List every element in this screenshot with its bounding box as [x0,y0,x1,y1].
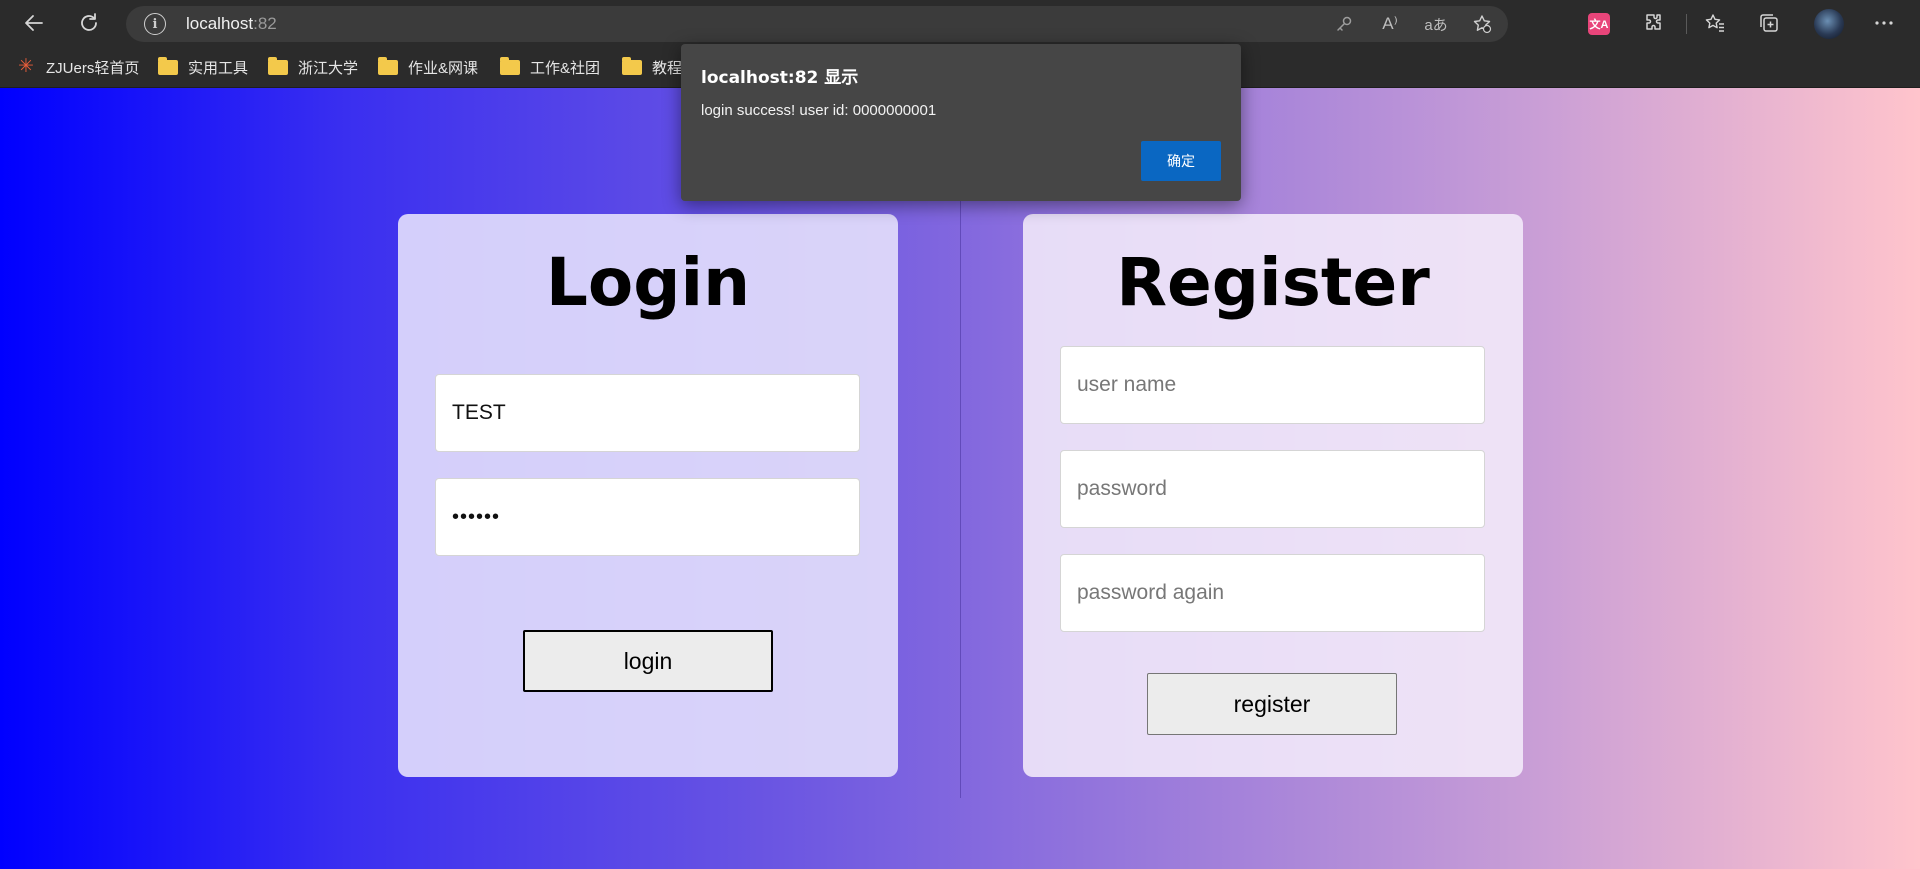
read-aloud-icon[interactable]: A⁾ [1378,12,1402,36]
bookmark-folder-tutorial[interactable]: 教程 [622,55,682,79]
login-button[interactable]: login [523,630,773,692]
register-card: Register register [1023,214,1523,777]
login-card: Login login [398,214,898,777]
login-title: Login [545,244,751,321]
browser-toolbar: i localhost:82 A⁾ aあ 文A [0,0,1920,46]
login-username-input[interactable] [435,374,860,452]
bookmark-zjuers[interactable]: ✳ ZJUers轻首页 [18,55,139,79]
address-url[interactable]: localhost:82 [186,14,277,34]
folder-icon [622,56,642,75]
collections-icon[interactable] [1753,7,1785,39]
register-password-input[interactable] [1060,450,1485,528]
bookmark-label: 浙江大学 [298,59,359,77]
info-icon[interactable]: i [144,13,166,35]
dialog-ok-button[interactable]: 确定 [1141,141,1221,181]
add-favorite-icon[interactable] [1470,12,1494,36]
bookmark-folder-zju[interactable]: 浙江大学 [268,55,358,79]
bookmark-label: 工作&社团 [530,59,601,77]
alert-dialog: localhost:82 显示 login success! user id: … [681,44,1241,201]
bookmark-label: 实用工具 [188,59,249,77]
profile-avatar[interactable] [1814,9,1844,39]
folder-icon [158,56,178,75]
register-password-again-input[interactable] [1060,554,1485,632]
translate-extension-icon[interactable]: 文A [1588,13,1610,35]
register-button[interactable]: register [1147,673,1397,735]
register-username-input[interactable] [1060,346,1485,424]
center-divider [960,198,961,798]
folder-icon [500,56,520,75]
register-title: Register [1116,244,1430,321]
more-icon[interactable] [1868,7,1900,39]
refresh-icon[interactable] [73,7,105,39]
translate-icon[interactable]: aあ [1424,12,1448,36]
folder-icon [378,56,398,75]
bookmark-folder-tools[interactable]: 实用工具 [158,55,248,79]
bookmark-folder-homework[interactable]: 作业&网课 [378,55,478,79]
bookmark-label: ZJUers轻首页 [46,59,140,77]
page-background: Login login Register register [0,88,1920,869]
login-password-input[interactable] [435,478,860,556]
url-port: :82 [253,14,277,33]
bookmark-label: 作业&网课 [408,59,479,77]
folder-icon [268,56,288,75]
puzzle-icon[interactable] [1638,7,1670,39]
address-bar[interactable]: i localhost:82 A⁾ aあ [126,6,1508,42]
back-arrow-icon[interactable] [18,7,50,39]
url-host: localhost [186,14,254,33]
key-icon[interactable] [1332,12,1356,36]
favorites-icon[interactable] [1699,7,1731,39]
zju-logo-icon: ✳ [18,56,34,77]
dialog-title: localhost:82 显示 [701,68,859,88]
bookmark-folder-work[interactable]: 工作&社团 [500,55,600,79]
dialog-message: login success! user id: 0000000001 [701,102,937,119]
toolbar-separator [1686,14,1687,34]
bookmark-label: 教程 [652,59,683,77]
